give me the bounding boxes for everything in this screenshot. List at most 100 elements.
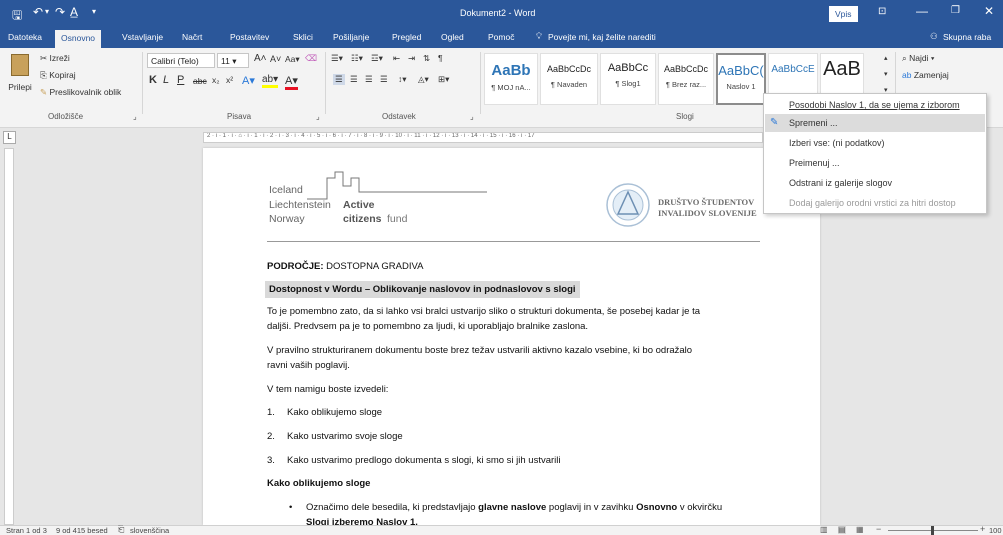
copy-button[interactable]: ⎘ Kopiraj <box>40 70 76 81</box>
brush-icon: ✎ <box>40 87 48 97</box>
subscript-icon[interactable]: x₂ <box>212 75 220 85</box>
language[interactable]: slovenščina <box>130 526 169 535</box>
list-number-1: 1. <box>267 407 275 418</box>
zoom-in-icon[interactable]: + <box>980 524 985 534</box>
undo-icon[interactable]: ↶ <box>33 5 43 19</box>
redo-icon[interactable]: ↷ <box>55 5 65 19</box>
styles-scroll-up-icon[interactable]: ▴ <box>884 54 888 62</box>
increase-indent-icon[interactable]: ⇥ <box>408 53 415 64</box>
line-spacing-icon[interactable]: ↕▾ <box>398 74 407 85</box>
superscript-icon[interactable]: x² <box>226 75 233 85</box>
tab-pregled[interactable]: Pregled <box>392 32 421 42</box>
tell-me-input[interactable]: Povejte mi, kaj želite narediti <box>548 32 656 42</box>
grow-font-icon[interactable]: A˄ <box>254 53 267 64</box>
menu-item-remove-from-gallery[interactable]: Odstrani iz galerije slogov <box>789 178 892 188</box>
bullets-icon[interactable]: ☰▾ <box>331 53 343 64</box>
clipboard-launcher-icon[interactable]: ⌟ <box>133 112 137 121</box>
bold-icon[interactable]: K <box>149 74 157 86</box>
shrink-font-icon[interactable]: A˅ <box>270 54 281 64</box>
numbering-icon[interactable]: ☷▾ <box>351 53 363 64</box>
tab-stop-selector[interactable]: L <box>3 131 16 144</box>
clear-formatting-icon[interactable]: ⌫ <box>305 53 317 64</box>
multilevel-list-icon[interactable]: ☲▾ <box>371 53 383 64</box>
tab-osnovno[interactable]: Osnovno <box>55 30 102 48</box>
decrease-indent-icon[interactable]: ⇤ <box>393 53 400 64</box>
align-left-icon[interactable]: ☰ <box>333 74 345 85</box>
tab-sklici[interactable]: Sklici <box>293 32 313 42</box>
borders-icon[interactable]: ⊞▾ <box>438 74 449 85</box>
document-page[interactable]: Iceland Liechtenstein Norway Active citi… <box>203 148 820 528</box>
list-item-2: Kako ustvarimo svoje sloge <box>287 431 403 442</box>
style-navaden[interactable]: AaBbCcDc ¶ Navaden <box>540 53 598 105</box>
group-label-font: Pisava <box>227 112 252 121</box>
zoom-level[interactable]: 100 <box>989 526 1002 535</box>
font-launcher-icon[interactable]: ⌟ <box>316 112 320 121</box>
ruler-bar[interactable]: 2 · ı · 1 · ı · ⌂ · ı · 1 · ı · 2 · ı · … <box>203 132 763 143</box>
style-moj-naslov[interactable]: AaBb ¶ MOJ nA... <box>484 53 538 105</box>
font-size-select[interactable]: 11 ▾ <box>217 53 249 68</box>
close-icon[interactable]: ✕ <box>984 4 994 18</box>
font-color-quick-icon[interactable]: A̲ <box>70 5 78 19</box>
bullet-icon: • <box>289 502 293 513</box>
zoom-slider-thumb[interactable] <box>931 526 934 535</box>
tab-ogled[interactable]: Ogled <box>441 32 464 42</box>
dsis-logo-icon <box>606 183 650 227</box>
ribbon-display-icon[interactable]: ⊡ <box>878 6 886 17</box>
maximize-icon[interactable]: ❐ <box>951 5 960 16</box>
word-count[interactable]: 9 od 415 besed <box>56 526 108 535</box>
read-mode-icon[interactable]: ▥ <box>820 525 828 534</box>
format-painter-button[interactable]: ✎ Preslikovalnik oblik <box>40 87 121 98</box>
underline-icon[interactable]: P <box>177 74 184 86</box>
text-effects-icon[interactable]: A▾ <box>242 74 255 87</box>
group-label-styles: Slogi <box>676 112 694 121</box>
align-center-icon[interactable]: ☰ <box>350 74 358 85</box>
shading-icon[interactable]: ◬▾ <box>418 74 429 85</box>
tab-datoteka[interactable]: Datoteka <box>8 32 42 42</box>
minimize-icon[interactable]: — <box>916 4 928 18</box>
replace-button[interactable]: ab Zamenjaj <box>902 70 949 80</box>
strikethrough-icon[interactable]: abc <box>193 76 207 86</box>
page-count[interactable]: Stran 1 od 3 <box>6 526 47 535</box>
font-name-select[interactable]: Calibri (Telo) <box>147 53 215 68</box>
tab-vstavljanje[interactable]: Vstavljanje <box>122 32 163 42</box>
change-case-icon[interactable]: Aa▾ <box>285 54 300 65</box>
menu-item-modify[interactable]: Spremeni ... <box>789 118 838 128</box>
align-right-icon[interactable]: ☰ <box>365 74 373 85</box>
proofing-icon[interactable]: ⎗ <box>118 525 124 535</box>
pilcrow-icon[interactable]: ¶ <box>438 53 443 63</box>
tab-pomoc[interactable]: Pomoč <box>488 32 514 42</box>
style-brez-razmikov[interactable]: AaBbCcDc ¶ Brez raz... <box>658 53 714 105</box>
paste-button[interactable]: Prilepi <box>6 52 34 102</box>
justify-icon[interactable]: ☰ <box>380 74 388 85</box>
undo-dropdown-icon[interactable]: ▾ <box>45 7 49 16</box>
menu-item-update-style[interactable]: Posodobi Naslov 1, da se ujema z izborom <box>789 100 960 110</box>
cut-button[interactable]: ✂ Izreži <box>40 53 70 64</box>
menu-item-select-all[interactable]: Izberi vse: (ni podatkov) <box>789 138 885 148</box>
save-icon[interactable]: 🖫 <box>12 6 22 27</box>
logo-norway: Norway <box>269 213 305 225</box>
subheading: Kako oblikujemo sloge <box>267 478 371 489</box>
web-layout-icon[interactable]: ▦ <box>856 525 864 534</box>
sort-icon[interactable]: ⇅ <box>423 53 430 64</box>
sign-in-button[interactable]: Vpis <box>829 6 858 22</box>
style-naslov-1[interactable]: AaBbC( Naslov 1 <box>716 53 766 105</box>
style-slog1[interactable]: AaBbCc ¶ Slog1 <box>600 53 656 105</box>
group-label-clipboard: Odložišče <box>48 112 84 121</box>
menu-item-add-to-quick-access: Dodaj galerijo orodni vrstici za hitri d… <box>789 198 956 208</box>
status-bar: Stran 1 od 3 9 od 415 besed ⎗ slovenščin… <box>0 524 1003 535</box>
find-button[interactable]: ⌕ Najdi ▾ <box>902 53 934 64</box>
customize-toolbar-icon[interactable]: ▾ <box>92 7 96 16</box>
font-color-icon[interactable]: A▾ <box>285 74 298 90</box>
italic-icon[interactable]: L <box>163 74 169 86</box>
print-layout-icon[interactable]: ▤ <box>838 525 846 534</box>
paragraph-launcher-icon[interactable]: ⌟ <box>470 112 474 121</box>
zoom-out-icon[interactable]: − <box>876 524 881 534</box>
tab-postavitev[interactable]: Postavitev <box>230 32 269 42</box>
menu-item-rename[interactable]: Preimenuj ... <box>789 158 840 168</box>
share-button[interactable]: Skupna raba <box>943 32 991 42</box>
styles-scroll-down-icon[interactable]: ▾ <box>884 70 888 78</box>
tab-nacrt[interactable]: Načrt <box>182 32 202 42</box>
group-label-paragraph: Odstavek <box>382 112 416 121</box>
highlight-icon[interactable]: ab▾ <box>262 74 279 88</box>
tab-posiljanje[interactable]: Pošiljanje <box>333 32 369 42</box>
